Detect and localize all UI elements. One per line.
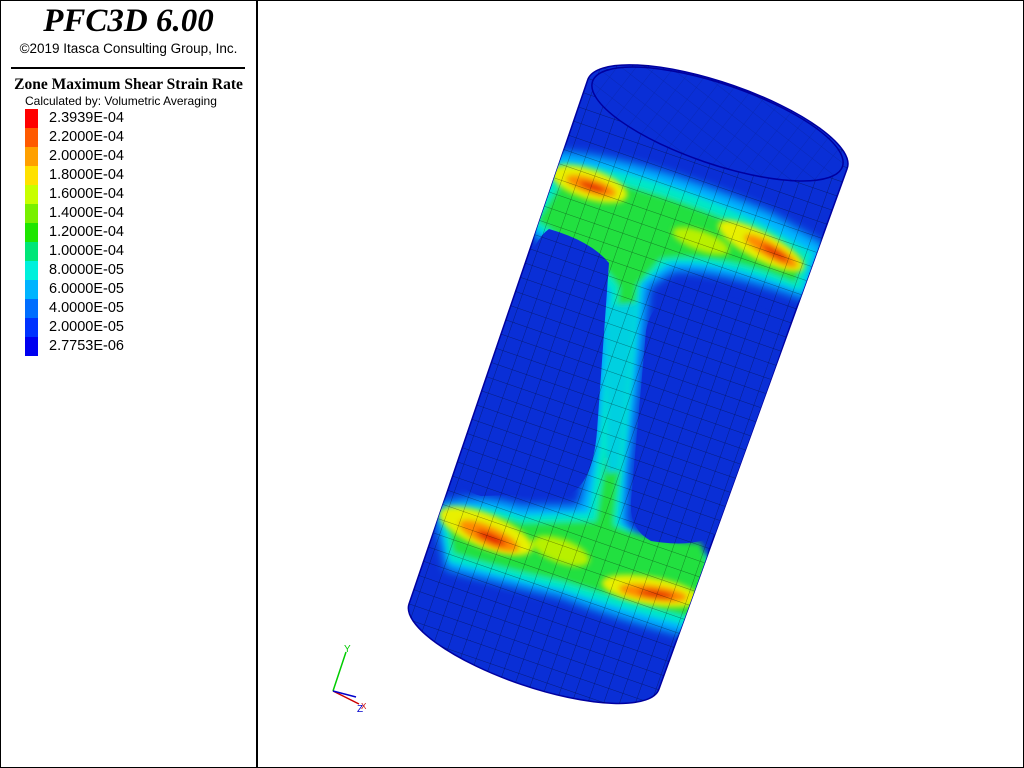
legend-swatch xyxy=(25,242,38,261)
legend-value: 6.0000E-05 xyxy=(49,281,124,297)
legend-swatch xyxy=(25,261,38,280)
legend-value: 8.0000E-05 xyxy=(49,262,124,278)
legend-value: 2.3939E-04 xyxy=(49,110,124,126)
legend-colorbar xyxy=(25,109,38,356)
legend-swatch xyxy=(25,280,38,299)
axes-triad: Y Z X xyxy=(332,644,367,715)
legend-value: 1.6000E-04 xyxy=(49,186,124,202)
legend-value: 4.0000E-05 xyxy=(49,300,124,316)
legend-swatch xyxy=(25,185,38,204)
copyright-text: ©2019 Itasca Consulting Group, Inc. xyxy=(19,41,238,56)
legend-value: 1.2000E-04 xyxy=(49,224,124,240)
y-axis-label: Y xyxy=(344,644,351,655)
legend-swatch xyxy=(25,204,38,223)
plot-window: PFC3D 6.00 ©2019 Itasca Consulting Group… xyxy=(0,0,1024,768)
legend-swatch xyxy=(25,128,38,147)
legend-subtitle: Calculated by: Volumetric Averaging xyxy=(25,94,217,108)
legend-divider xyxy=(11,67,245,69)
legend-swatch xyxy=(25,166,38,185)
legend-value: 2.0000E-04 xyxy=(49,148,124,164)
legend-swatch xyxy=(25,299,38,318)
legend-swatch xyxy=(25,318,38,337)
legend-panel: PFC3D 6.00 ©2019 Itasca Consulting Group… xyxy=(1,1,258,767)
legend-value: 2.2000E-04 xyxy=(49,129,124,145)
legend-swatch xyxy=(25,109,38,128)
legend-value: 1.4000E-04 xyxy=(49,205,124,221)
x-axis-label: X xyxy=(361,702,367,711)
legend-value: 1.0000E-04 xyxy=(49,243,124,259)
app-title: PFC3D 6.00 xyxy=(43,3,214,39)
legend-value: 2.7753E-06 xyxy=(49,338,124,354)
legend-value: 2.0000E-05 xyxy=(49,319,124,335)
legend-value: 1.8000E-04 xyxy=(49,167,124,183)
legend-labels: 2.3939E-04 2.2000E-04 2.0000E-04 1.8000E-04… xyxy=(49,109,124,356)
legend-title: Zone Maximum Shear Strain Rate xyxy=(14,76,243,93)
legend-swatch xyxy=(25,223,38,242)
legend-swatch xyxy=(25,337,38,356)
model-viewport[interactable]: Y Z X xyxy=(258,1,1023,767)
legend-swatch xyxy=(25,147,38,166)
y-axis-line xyxy=(332,651,347,692)
model-canvas[interactable]: Y Z X xyxy=(258,1,1023,767)
